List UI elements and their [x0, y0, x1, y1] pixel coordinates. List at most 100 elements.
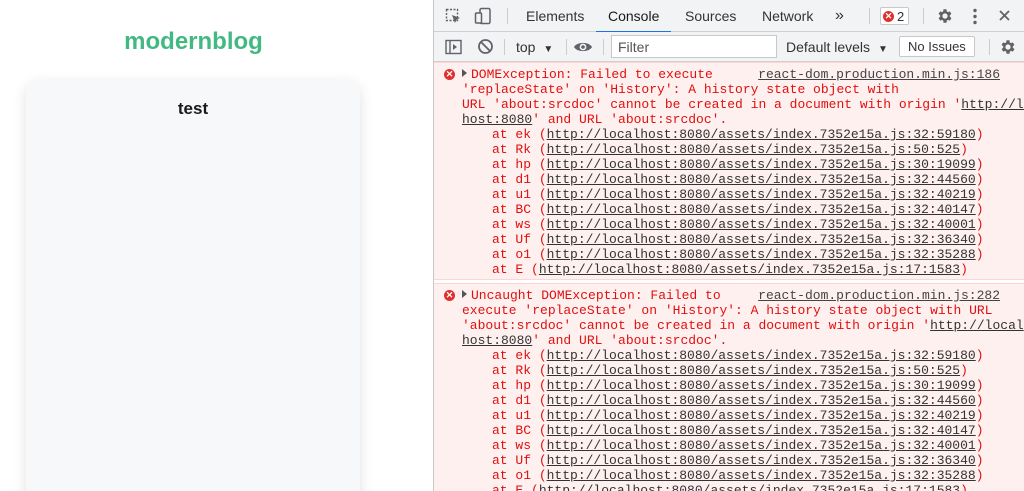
origin-link[interactable]: host:8080 [462, 333, 532, 348]
inspect-element-icon[interactable] [445, 8, 462, 30]
message-source-link[interactable]: react-dom.production.min.js:186 [758, 67, 1000, 82]
frame-url-link[interactable]: http://localhost:8080/assets/index.7352e… [547, 172, 976, 187]
context-selector-value: top [516, 39, 536, 55]
console-sidebar-icon[interactable] [445, 39, 462, 60]
frame-url-link[interactable]: http://localhost:8080/assets/index.7352e… [547, 423, 976, 438]
stack-frame: at ek (http://localhost:8080/assets/inde… [492, 348, 984, 363]
frame-function: Rk [515, 142, 532, 157]
tab-console[interactable]: Console [595, 0, 672, 33]
stack-frame: at ws (http://localhost:8080/assets/inde… [492, 217, 984, 232]
frame-url-link[interactable]: http://localhost:8080/assets/index.7352e… [547, 142, 960, 157]
console-toolbar: top ▼ Default levels ▼ No Issues [434, 32, 1024, 62]
message-text: 'replaceState' on 'History': A history s… [462, 82, 899, 97]
frame-function: Rk [515, 363, 532, 378]
error-count-badge[interactable]: ✕ 2 [880, 7, 910, 25]
tab-sources[interactable]: Sources [685, 0, 736, 32]
stack-frame: at o1 (http://localhost:8080/assets/inde… [492, 247, 984, 262]
frame-function: ws [515, 438, 532, 453]
stack-frame: at E (http://localhost:8080/assets/index… [492, 262, 968, 277]
origin-link[interactable]: host:8080 [462, 112, 532, 127]
message-text: host:8080' and URL 'about:srcdoc'. [462, 333, 1018, 348]
console-filter-input[interactable] [611, 35, 777, 58]
frame-url-link[interactable]: http://localhost:8080/assets/index.7352e… [547, 453, 976, 468]
stack-frame: at ws (http://localhost:8080/assets/inde… [492, 438, 984, 453]
tab-network[interactable]: Network [762, 0, 813, 32]
chevron-down-icon: ▼ [877, 44, 888, 55]
frame-url-link[interactable]: http://localhost:8080/assets/index.7352e… [547, 187, 976, 202]
issues-button[interactable]: No Issues [899, 36, 975, 57]
page-viewport: modernblog test [0, 0, 433, 491]
frame-url-link[interactable]: http://localhost:8080/assets/index.7352e… [547, 232, 976, 247]
stack-frame: at Rk (http://localhost:8080/assets/inde… [492, 363, 968, 378]
frame-function: ws [515, 217, 532, 232]
device-toolbar-icon[interactable] [474, 7, 492, 30]
frame-function: E [515, 262, 524, 277]
frame-url-link[interactable]: http://localhost:8080/assets/index.7352e… [539, 483, 960, 491]
frame-url-link[interactable]: http://localhost:8080/assets/index.7352e… [547, 202, 976, 217]
message-text-part: ' and URL 'about:srcdoc'. [532, 112, 728, 127]
message-text: URL 'about:srcdoc' cannot be created in … [462, 97, 1024, 112]
stack-frame: at hp (http://localhost:8080/assets/inde… [492, 378, 984, 393]
stack-frame: at BC (http://localhost:8080/assets/inde… [492, 423, 984, 438]
error-icon: ✕ [883, 10, 894, 22]
frame-function: d1 [515, 393, 532, 408]
message-text: execute 'replaceState' on 'History': A h… [462, 303, 993, 318]
frame-function: Uf [515, 453, 532, 468]
frame-function: Uf [515, 232, 532, 247]
error-icon: ✕ [444, 290, 455, 301]
site-brand[interactable]: modernblog [0, 28, 387, 56]
kebab-menu-icon[interactable] [972, 8, 978, 30]
frame-function: o1 [515, 247, 532, 262]
frame-url-link[interactable]: http://localhost:8080/assets/index.7352e… [547, 247, 976, 262]
message-text-part: URL 'about:srcdoc' cannot be created in … [462, 97, 962, 112]
frame-url-link[interactable]: http://localhost:8080/assets/index.7352e… [547, 468, 976, 483]
frame-url-link[interactable]: http://localhost:8080/assets/index.7352e… [547, 127, 976, 142]
frame-url-link[interactable]: http://localhost:8080/assets/index.7352e… [547, 393, 976, 408]
origin-link[interactable]: http://local [961, 97, 1024, 112]
context-selector[interactable]: top ▼ [516, 32, 553, 62]
tab-elements[interactable]: Elements [526, 0, 584, 32]
frame-url-link[interactable]: http://localhost:8080/assets/index.7352e… [547, 438, 976, 453]
expand-triangle-icon[interactable] [462, 69, 467, 77]
more-tabs-button[interactable]: » [835, 0, 844, 32]
stack-frame: at ek (http://localhost:8080/assets/inde… [492, 127, 984, 142]
frame-function: ek [515, 348, 532, 363]
clear-console-icon[interactable] [477, 38, 494, 60]
frame-url-link[interactable]: http://localhost:8080/assets/index.7352e… [547, 348, 976, 363]
origin-link[interactable]: http://local [930, 318, 1024, 333]
message-text: host:8080' and URL 'about:srcdoc'. [462, 112, 1018, 127]
frame-function: BC [515, 423, 532, 438]
devtools-panel: Elements Console Sources Network » ✕ 2 t… [433, 0, 1024, 491]
post-card-title[interactable]: test [26, 99, 360, 119]
stack-frame: at o1 (http://localhost:8080/assets/inde… [492, 468, 984, 483]
expand-triangle-icon[interactable] [462, 290, 467, 298]
stack-trace: at ek (http://localhost:8080/assets/inde… [462, 348, 1018, 491]
frame-function: ek [515, 127, 532, 142]
frame-url-link[interactable]: http://localhost:8080/assets/index.7352e… [547, 378, 976, 393]
console-settings-gear-icon[interactable] [999, 38, 1017, 61]
toolbar-divider [507, 8, 508, 24]
message-text-part: 'about:srcdoc' cannot be created in a do… [462, 318, 931, 333]
frame-url-link[interactable]: http://localhost:8080/assets/index.7352e… [547, 217, 976, 232]
close-devtools-icon[interactable] [998, 9, 1011, 27]
log-levels-dropdown[interactable]: Default levels ▼ [786, 32, 888, 62]
frame-url-link[interactable]: http://localhost:8080/assets/index.7352e… [539, 262, 960, 277]
frame-url-link[interactable]: http://localhost:8080/assets/index.7352e… [547, 408, 976, 423]
live-expression-eye-icon[interactable] [573, 40, 593, 59]
stack-frame: at E (http://localhost:8080/assets/index… [462, 483, 1018, 491]
toolbar-divider [869, 8, 870, 24]
console-error-message: ✕ react-dom.production.min.js:186 DOMExc… [434, 62, 1024, 280]
message-text: 'about:srcdoc' cannot be created in a do… [462, 318, 1024, 333]
log-levels-label: Default levels [786, 39, 871, 55]
error-count: 2 [897, 8, 905, 24]
settings-gear-icon[interactable] [936, 7, 954, 30]
frame-url-link[interactable]: http://localhost:8080/assets/index.7352e… [547, 157, 976, 172]
stack-frame: at Uf (http://localhost:8080/assets/inde… [492, 232, 984, 247]
toolbar-divider [603, 39, 604, 55]
frame-url-link[interactable]: http://localhost:8080/assets/index.7352e… [547, 363, 960, 378]
stack-frame: at Rk (http://localhost:8080/assets/inde… [492, 142, 968, 157]
frame-function: hp [515, 157, 532, 172]
message-source-link[interactable]: react-dom.production.min.js:282 [758, 288, 1000, 303]
frame-function: u1 [515, 187, 532, 202]
devtools-tabbar: Elements Console Sources Network » ✕ 2 [434, 0, 1024, 33]
